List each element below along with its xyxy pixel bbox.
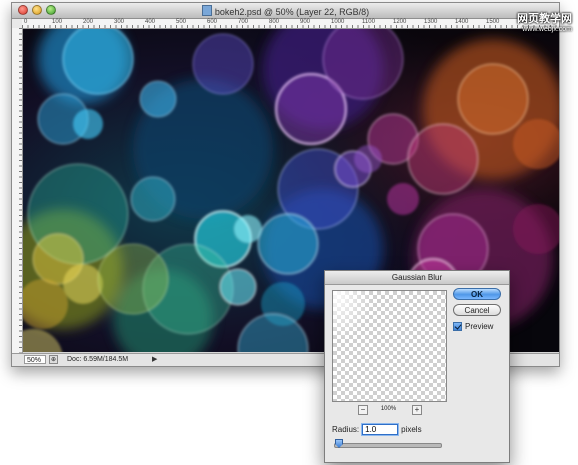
ruler-label: 1300 [424,19,438,25]
cancel-button[interactable]: Cancel [453,304,501,316]
ruler-label: 0 [24,19,28,25]
dialog-title[interactable]: Gaussian Blur [325,271,509,285]
zoom-in-button[interactable]: + [412,405,422,415]
document-status-icon[interactable]: ⊕ [49,355,58,364]
filter-preview[interactable] [332,290,447,402]
preview-image [333,291,373,341]
ruler-label: 1500 [486,19,500,25]
preview-checkbox[interactable] [453,322,462,331]
site-watermark: 网页教学网 www.webjx.com [517,10,572,33]
status-menu-arrow-icon[interactable]: ▶ [152,355,157,363]
ruler-label: 1100 [362,19,375,25]
preview-label: Preview [465,322,494,331]
ruler-label: 1400 [455,19,469,25]
ruler-label: 300 [114,19,125,25]
document-size: Doc: 6.59M/184.5M [67,356,129,363]
vertical-ruler[interactable] [12,28,23,353]
radius-label: Radius: [332,424,360,434]
ok-button[interactable]: OK [453,288,501,300]
window-title: bokeh2.psd @ 50% (Layer 22, RGB/8) [12,5,559,17]
radius-row: Radius: pixels [332,422,422,436]
zoom-level-field[interactable]: 50% [24,355,46,364]
ruler-label: 1000 [331,19,345,25]
preview-zoom-controls: − 100% + [332,405,445,415]
psd-file-icon [201,5,212,16]
radius-input[interactable] [362,423,399,435]
ruler-label: 700 [238,19,249,25]
preview-option[interactable]: Preview [453,322,493,331]
horizontal-ruler[interactable]: 0 100 200 300 400 500 600 700 800 900 10… [22,19,559,29]
ruler-label: 500 [176,19,187,25]
radius-unit: pixels [401,424,422,434]
ruler-label: 400 [145,19,156,25]
ruler-label: 200 [83,19,94,25]
ruler-label: 800 [269,19,280,25]
title-bar[interactable]: bokeh2.psd @ 50% (Layer 22, RGB/8) [12,3,559,19]
watermark-title: 网页教学网 [517,13,572,25]
ruler-label: 600 [207,19,218,25]
preview-zoom-level: 100% [380,406,397,412]
ruler-label: 100 [52,19,63,25]
ruler-label: 1200 [393,19,407,25]
watermark-url: www.webjx.com [522,26,572,33]
ruler-label: 900 [300,19,311,25]
window-title-text: bokeh2.psd @ 50% (Layer 22, RGB/8) [214,7,370,17]
radius-slider-track[interactable] [334,443,442,448]
gaussian-blur-dialog: Gaussian Blur − 100% + OK Cancel Preview… [324,270,510,463]
